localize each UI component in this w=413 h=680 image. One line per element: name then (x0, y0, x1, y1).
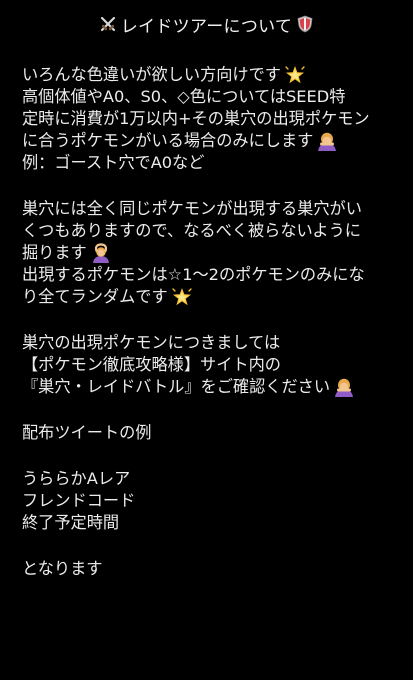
glowing-star-icon (284, 64, 306, 86)
shield-icon (295, 14, 315, 34)
text-line: 例：ゴースト穴でA0など (22, 152, 407, 174)
line-text: 掘ります (22, 243, 87, 262)
text-line: 【ポケモン徹底攻略様】サイト内の (22, 354, 407, 376)
title-row: レイドツアーについて (0, 10, 413, 38)
text-line: フレンドコード (22, 490, 407, 512)
text-line: 定時に消費が1万以内+その巣穴の出現ポケモン (22, 108, 407, 130)
line-text: となります (22, 559, 103, 578)
paragraph: 巣穴には全く同じポケモンが出現する巣穴がい くつもありますので、なるべく被らないよ… (22, 198, 407, 308)
text-line: 終了予定時間 (22, 512, 407, 534)
text-line: 高個体値やA0、S0、◇色についてはSEED特 (22, 86, 407, 108)
line-text: うららかAレア (22, 469, 131, 488)
glowing-star-icon (171, 286, 193, 308)
line-text: 定時に消費が1万以内+その巣穴の出現ポケモン (22, 109, 370, 128)
line-text: 【ポケモン徹底攻略様】サイト内の (22, 355, 281, 374)
paragraph: となります (22, 558, 407, 580)
text-line: となります (22, 558, 407, 580)
screen: レイドツアーについて いろんな色違いが欲しい方向けです高個体値やA0、S0、◇色… (0, 0, 413, 680)
line-text: フレンドコード (22, 491, 136, 510)
text-line: に合うポケモンがいる場合のみにします (22, 130, 407, 152)
paragraph: 巣穴の出現ポケモンにつきましては 【ポケモン徹底攻略様】サイト内の『巣穴・レイドバ… (22, 332, 407, 398)
text-line: 出現するポケモンは☆1〜2のポケモンのみにな (22, 264, 407, 286)
paragraph: 配布ツイートの例 (22, 422, 407, 444)
text-line: 掘ります (22, 242, 407, 264)
text-line: り全てランダムです (22, 286, 407, 308)
line-text: くつもありますので、なるべく被らないように (22, 221, 361, 240)
person-gesturing-ok-icon (90, 242, 112, 264)
text-line: いろんな色違いが欲しい方向けです (22, 64, 407, 86)
bowing-person-icon (333, 376, 355, 398)
text-line: 巣穴には全く同じポケモンが出現する巣穴がい (22, 198, 407, 220)
line-text: 終了予定時間 (22, 513, 120, 532)
line-text: 『巣穴・レイドバトル』をご確認ください (22, 377, 331, 396)
message-body: いろんな色違いが欲しい方向けです高個体値やA0、S0、◇色についてはSEED特定… (22, 64, 407, 604)
line-text: に合うポケモンがいる場合のみにします (22, 131, 314, 150)
text-line: うららかAレア (22, 468, 407, 490)
line-text: 巣穴には全く同じポケモンが出現する巣穴がい (22, 199, 362, 218)
bowing-person-icon (316, 130, 338, 152)
text-line: 配布ツイートの例 (22, 422, 407, 444)
line-text: り全てランダムです (22, 287, 168, 306)
line-text: 高個体値やA0、S0、◇色についてはSEED特 (22, 87, 346, 106)
text-line: 『巣穴・レイドバトル』をご確認ください (22, 376, 407, 398)
crossed-swords-icon (98, 14, 118, 34)
text-line: くつもありますので、なるべく被らないように (22, 220, 407, 242)
paragraph: うららかAレア フレンドコード 終了予定時間 (22, 468, 407, 534)
line-text: 例：ゴースト穴でA0など (22, 153, 205, 172)
line-text: 出現するポケモンは☆1〜2のポケモンのみにな (22, 265, 365, 284)
line-text: いろんな色違いが欲しい方向けです (22, 65, 281, 84)
line-text: 巣穴の出現ポケモンにつきましては (22, 333, 281, 352)
text-line: 巣穴の出現ポケモンにつきましては (22, 332, 407, 354)
line-text: 配布ツイートの例 (22, 423, 152, 442)
paragraph: いろんな色違いが欲しい方向けです高個体値やA0、S0、◇色についてはSEED特定… (22, 64, 407, 174)
page-title: レイドツアーについて (120, 16, 293, 37)
